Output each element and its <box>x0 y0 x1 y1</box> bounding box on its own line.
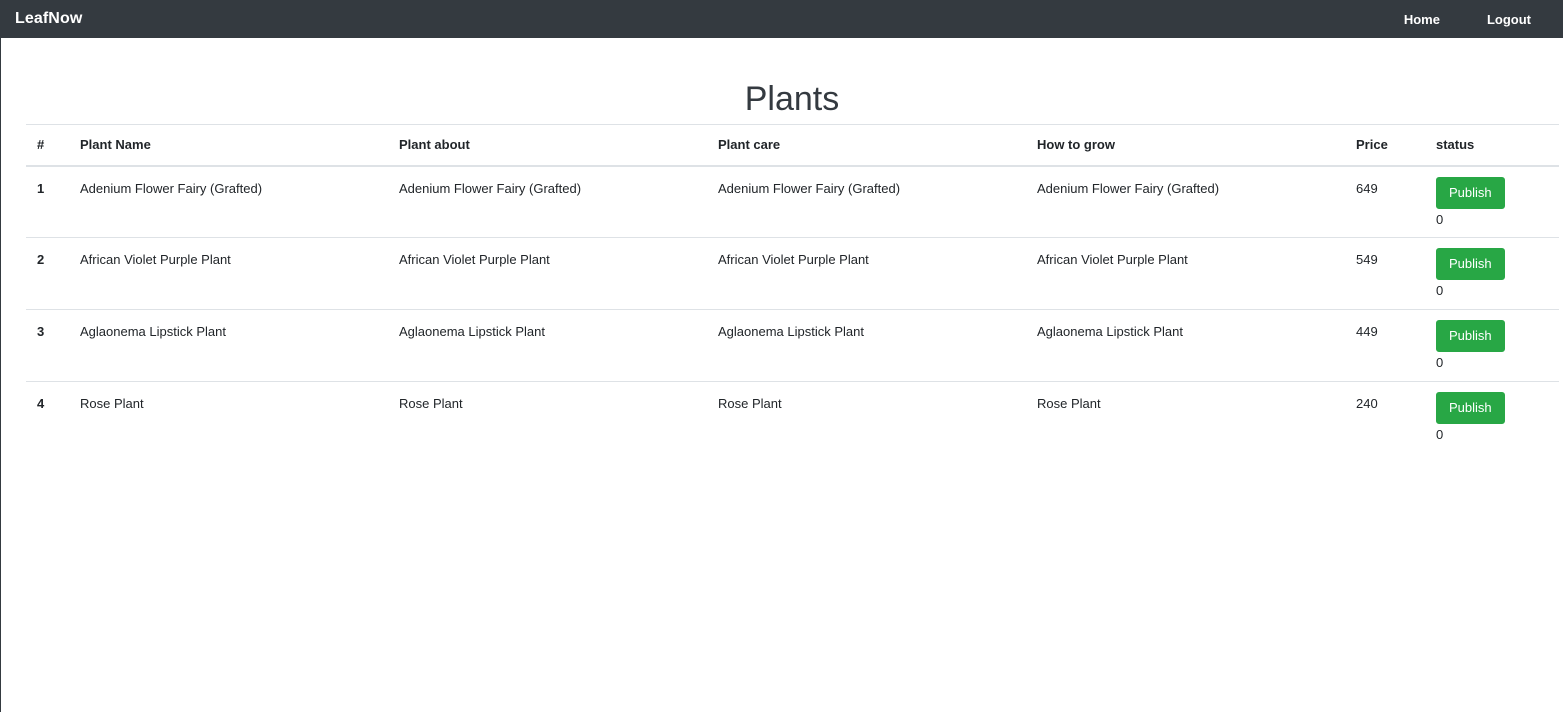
publish-button[interactable]: Publish <box>1436 248 1505 280</box>
plant-care-cell: African Violet Purple Plant <box>718 237 1037 310</box>
plant-name-cell: African Violet Purple Plant <box>80 237 399 310</box>
status-cell: Publish 0 <box>1436 166 1559 238</box>
table-header: # Plant Name Plant about Plant care How … <box>26 124 1559 167</box>
how-to-grow-cell: Rose Plant <box>1037 381 1356 454</box>
header-status: status <box>1436 124 1559 167</box>
status-cell: Publish 0 <box>1436 309 1559 382</box>
status-count: 0 <box>1436 211 1444 227</box>
top-navbar: LeafNow Home Logout <box>1 0 1563 38</box>
plant-name-cell: Aglaonema Lipstick Plant <box>80 309 399 382</box>
nav-home-link[interactable]: Home <box>1404 12 1440 27</box>
how-to-grow-cell: Aglaonema Lipstick Plant <box>1037 309 1356 382</box>
plant-care-cell: Rose Plant <box>718 381 1037 454</box>
plant-about-cell: Rose Plant <box>399 381 718 454</box>
how-to-grow-cell: Adenium Flower Fairy (Grafted) <box>1037 180 1220 196</box>
table-body: 1 Adenium Flower Fairy (Grafted) Adenium F… <box>26 166 1559 454</box>
table-row: 4 Rose Plant Rose Plant Rose Plant Rose Plan… <box>26 381 1559 454</box>
table-row: 3 Aglaonema Lipstick Plant Aglaonema Lipst… <box>26 309 1559 382</box>
row-number: 3 <box>26 309 80 382</box>
table-row: 2 African Violet Purple Plant African Viol… <box>26 237 1559 310</box>
nav-logout-link[interactable]: Logout <box>1487 12 1531 27</box>
price-cell: 549 <box>1356 237 1436 310</box>
row-number: 2 <box>26 237 80 310</box>
row-number: 1 <box>37 180 45 196</box>
status-count: 0 <box>1436 355 1444 370</box>
plants-table: # Plant Name Plant about Plant care How … <box>26 124 1559 454</box>
plant-care-cell: Adenium Flower Fairy (Grafted) <box>718 180 901 196</box>
main-content: Plants # Plant Name Plant about Plant ca… <box>1 79 1563 454</box>
header-plant-name: Plant Name <box>80 124 399 167</box>
brand-logo[interactable]: LeafNow <box>15 10 82 28</box>
publish-button[interactable]: Publish <box>1436 176 1505 209</box>
price-cell: 240 <box>1356 381 1436 454</box>
plant-about-cell: Adenium Flower Fairy (Grafted) <box>399 180 582 196</box>
page-title: Plants <box>744 80 840 118</box>
price-cell: 649 <box>1356 180 1378 196</box>
header-price: Price <box>1356 124 1436 167</box>
publish-button[interactable]: Publish <box>1436 320 1505 352</box>
status-cell: Publish 0 <box>1436 237 1559 310</box>
status-count: 0 <box>1436 427 1444 442</box>
table-row: 1 Adenium Flower Fairy (Grafted) Adenium F… <box>26 166 1559 238</box>
plant-name-cell: Adenium Flower Fairy (Grafted) <box>80 180 263 196</box>
header-number: # <box>26 124 80 167</box>
plant-care-cell: Aglaonema Lipstick Plant <box>718 309 1037 382</box>
plant-name-cell: Rose Plant <box>80 381 399 454</box>
how-to-grow-cell: African Violet Purple Plant <box>1037 237 1356 310</box>
publish-button[interactable]: Publish <box>1436 392 1505 424</box>
status-cell: Publish 0 <box>1436 381 1559 454</box>
header-plant-care: Plant care <box>718 124 1037 167</box>
plant-about-cell: African Violet Purple Plant <box>399 237 718 310</box>
price-cell: 449 <box>1356 309 1436 382</box>
header-plant-about: Plant about <box>399 124 718 167</box>
status-count: 0 <box>1436 283 1444 298</box>
plant-about-cell: Aglaonema Lipstick Plant <box>399 309 718 382</box>
header-how-to-grow: How to grow <box>1037 124 1356 167</box>
row-number: 4 <box>26 381 80 454</box>
header-row: # Plant Name Plant about Plant care How … <box>26 124 1559 167</box>
nav-links: Home Logout <box>1404 0 1563 38</box>
